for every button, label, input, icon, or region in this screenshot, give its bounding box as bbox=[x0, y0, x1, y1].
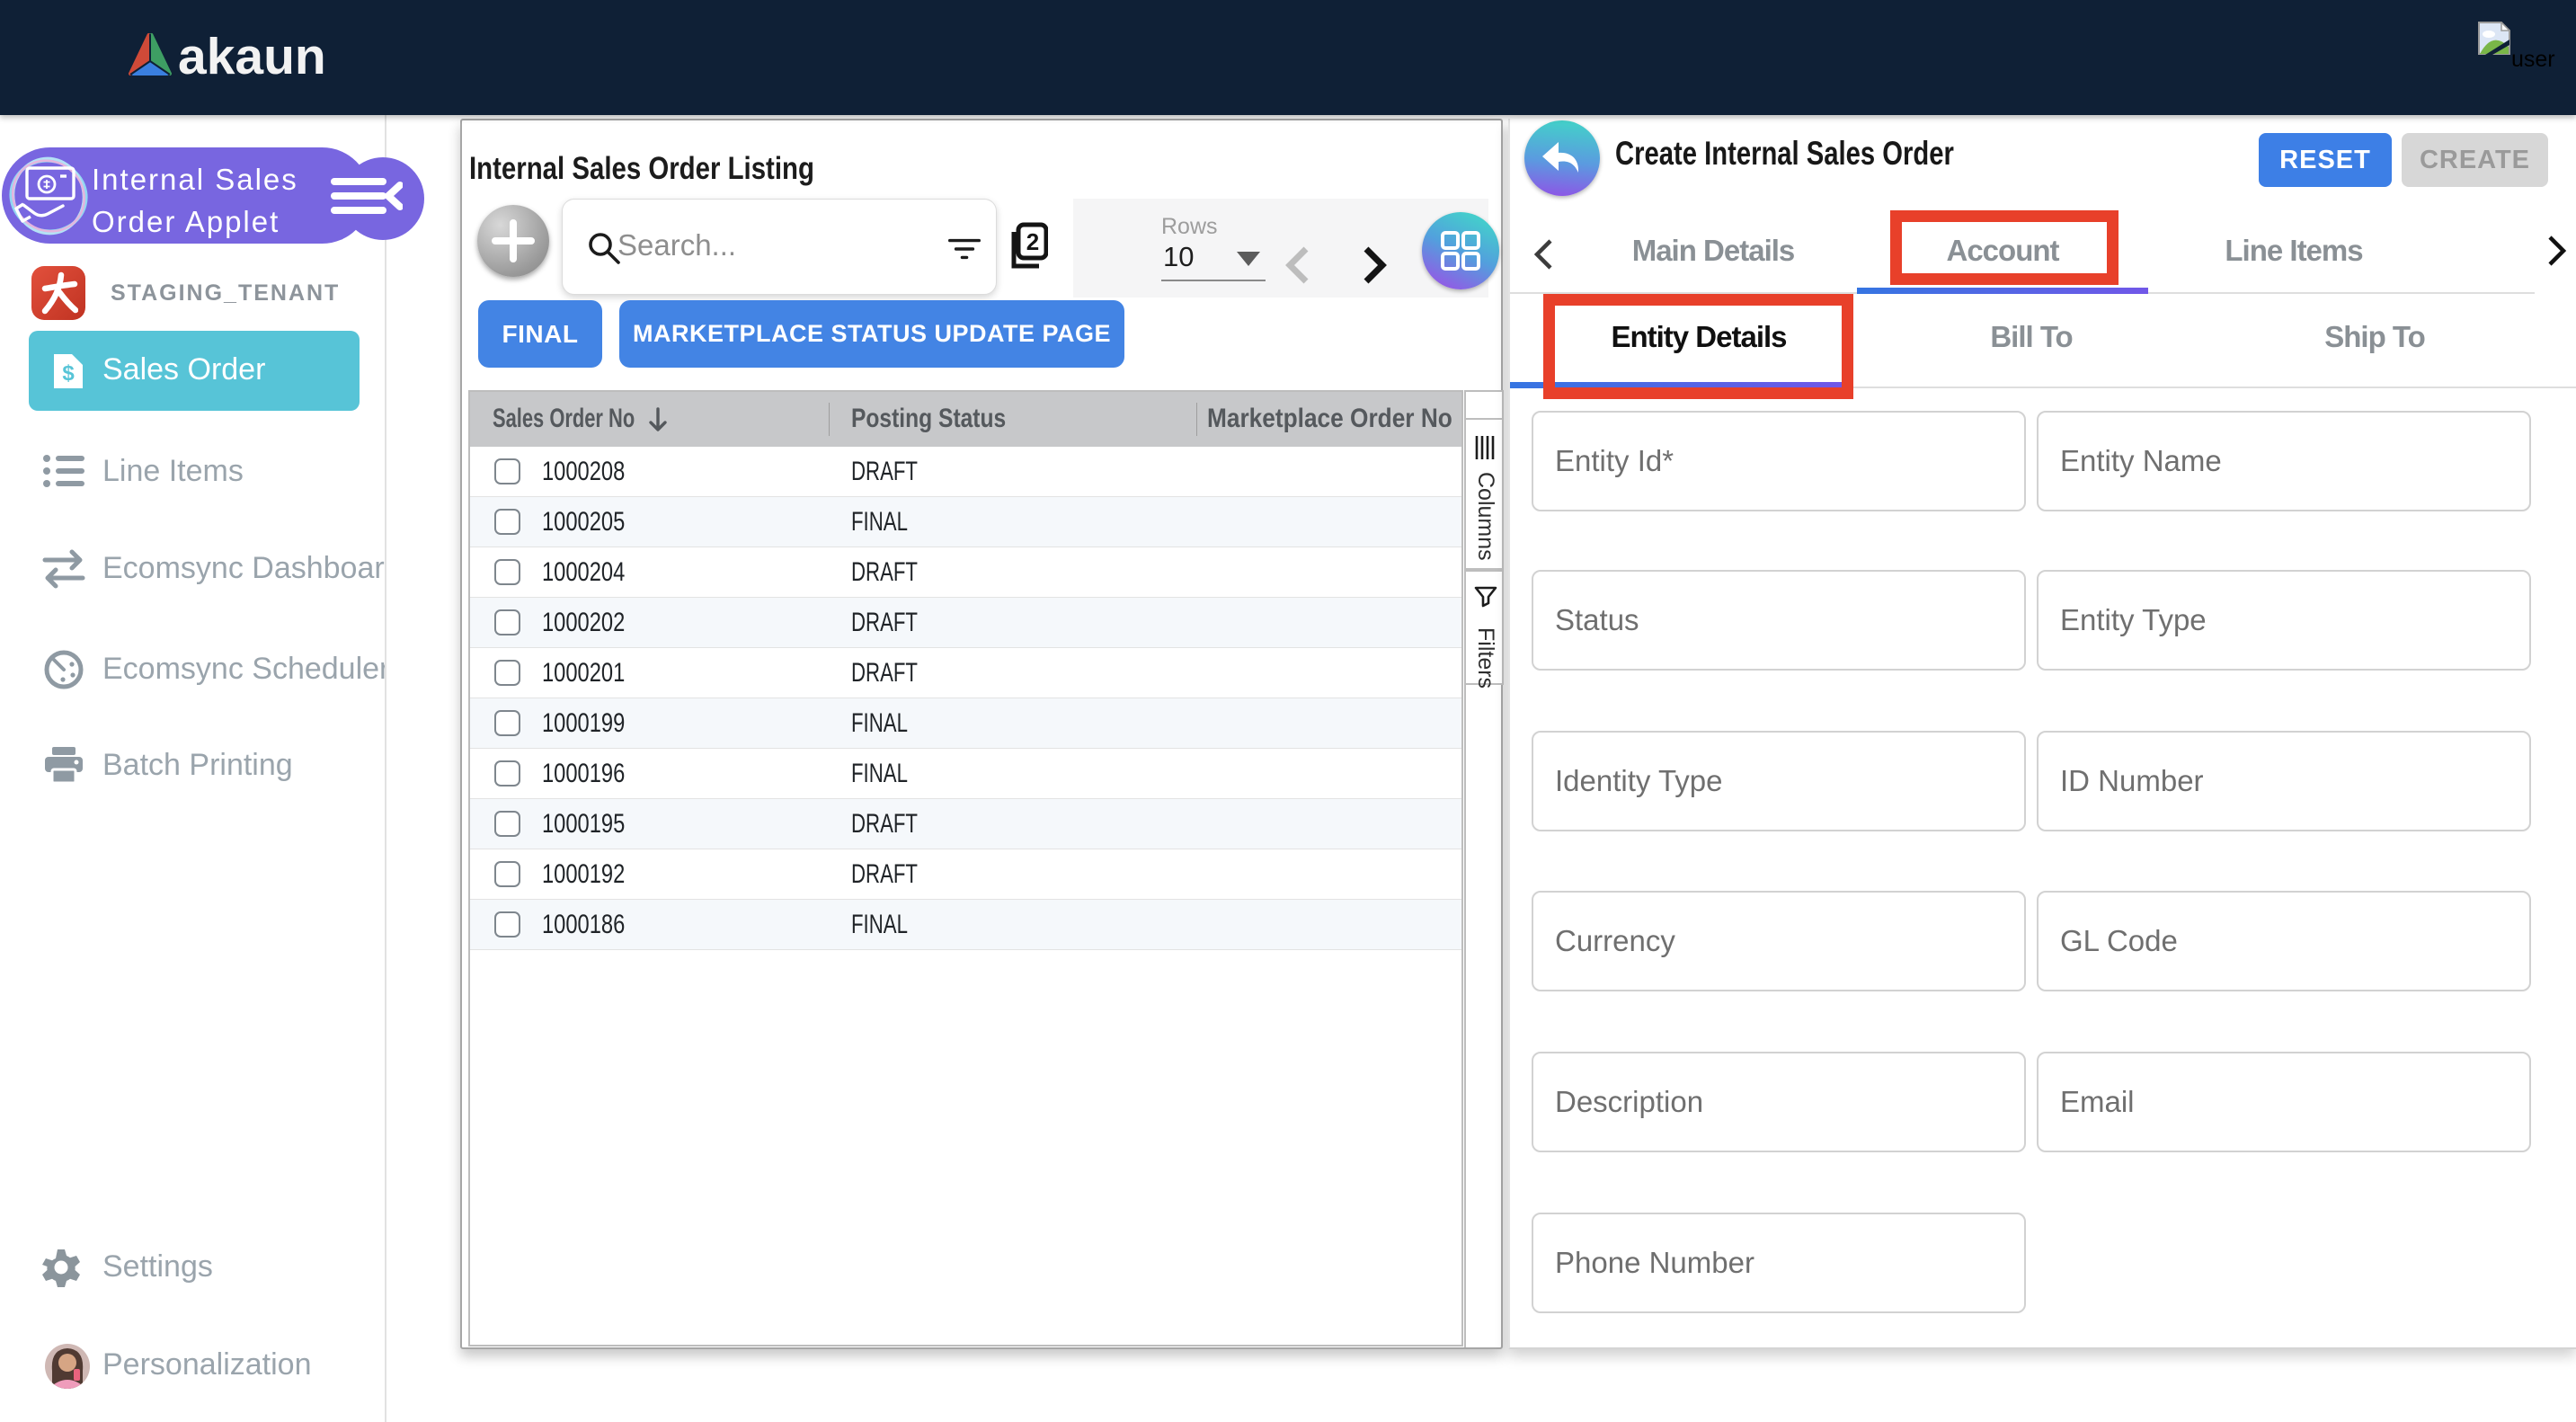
svg-text:$: $ bbox=[62, 361, 75, 386]
svg-text:2: 2 bbox=[1026, 228, 1039, 255]
